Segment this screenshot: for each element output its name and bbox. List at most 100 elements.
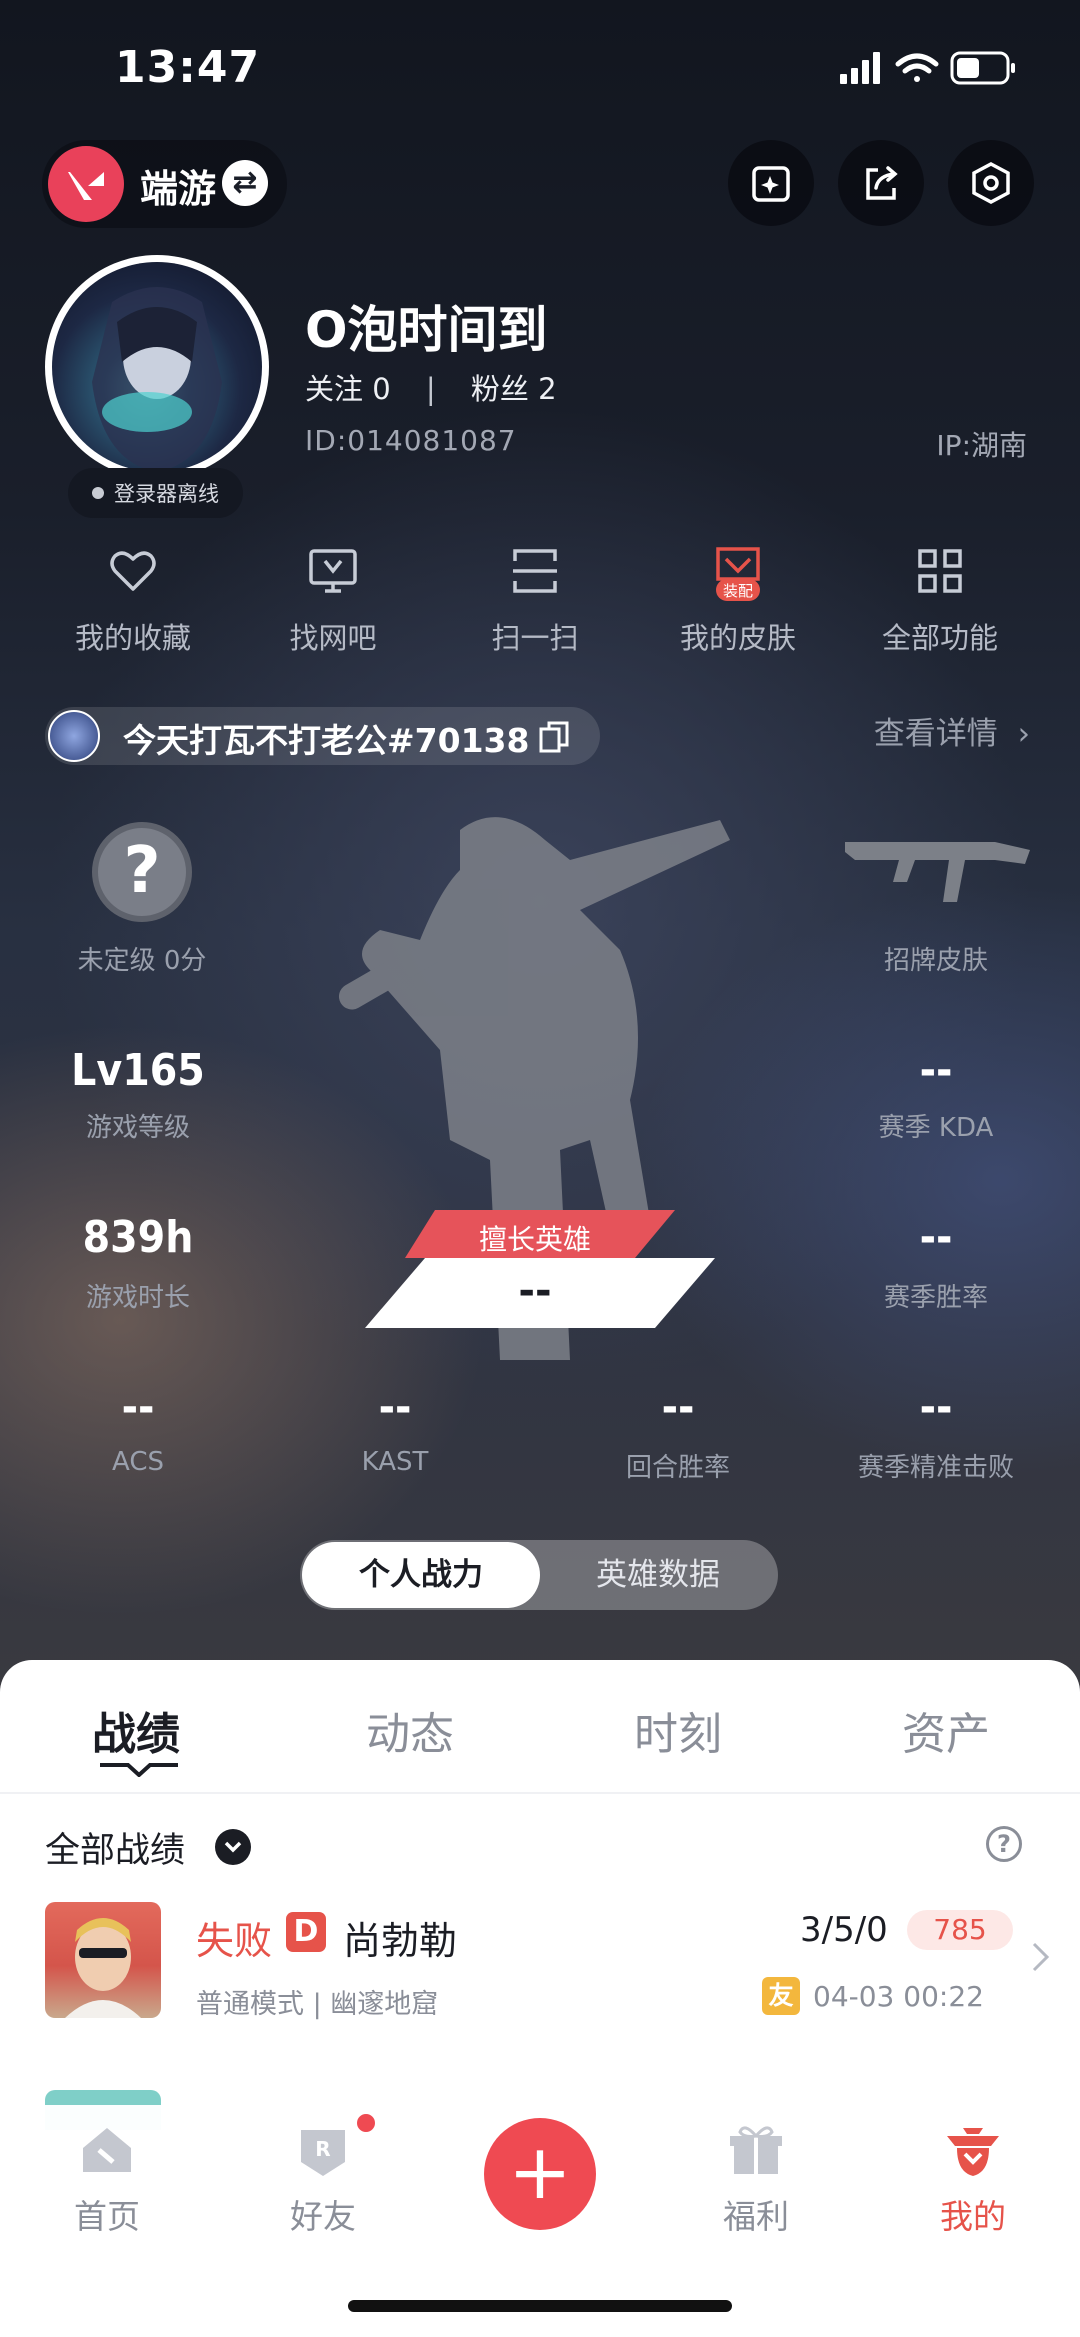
follow-stats: 关注 0 | 粉丝 2 [305,366,557,408]
tab-assets[interactable]: 资产 [902,1698,990,1762]
tab-hero-data[interactable]: 英雄数据 [540,1542,776,1608]
grid-icon [918,549,962,593]
nav-mine[interactable]: 我的 [903,2122,1043,2238]
game-name: 端游 [140,167,217,211]
valorant-logo-icon [48,146,124,222]
match-mode: 普通模式 | 幽邃地窟 [196,1989,439,2020]
home-indicator[interactable] [348,2300,732,2312]
acs-value: -- [121,1382,155,1433]
swap-icon[interactable]: ⇄ [222,160,268,206]
hours-label: 游戏时长 [85,1283,190,1313]
card-edit-button[interactable] [728,140,814,226]
func-favorites[interactable]: 我的收藏 [43,545,223,657]
kda-label: 赛季 KDA [878,1113,994,1143]
wifi-icon [895,53,939,82]
func-find-netcafe[interactable]: 找网吧 [243,545,423,657]
precise-kill-label: 赛季精准击败 [857,1453,1014,1483]
svg-text:R: R [315,2137,330,2161]
mine-icon [947,2128,999,2176]
nav-welfare[interactable]: 福利 [686,2122,826,2238]
share-icon [866,166,898,200]
func-label: 全部功能 [881,621,998,655]
nav-label: 福利 [723,2197,789,2236]
tab-moments[interactable]: 时刻 [634,1698,722,1762]
func-my-skins[interactable]: 装配 我的皮肤 [648,545,828,657]
func-label: 扫一扫 [491,621,579,655]
acs-label: ACS [112,1447,164,1477]
func-all[interactable]: 全部功能 [850,545,1030,657]
signal-icon [840,52,880,84]
rank-avatar [48,710,100,762]
winrate-label: 赛季胜率 [883,1283,988,1313]
sheet-divider [0,1792,1080,1794]
level-value: Lv165 [71,1045,205,1096]
fans-label[interactable]: 粉丝 [471,372,529,406]
fans-count[interactable]: 2 [538,372,556,406]
notification-dot [355,2112,377,2134]
avatar[interactable] [52,262,262,472]
username: O泡时间到 [305,301,548,359]
active-tab-indicator [98,1757,180,1778]
gift-icon [730,2126,782,2174]
hours-value: 839h [82,1212,194,1263]
kda-value: -- [919,1045,953,1096]
home-icon [83,2128,131,2172]
match-time: 04-03 00:22 [813,1980,984,2013]
copy-icon[interactable] [537,719,573,759]
share-button[interactable] [838,140,924,226]
smg-icon [845,832,1035,916]
rank-label: 未定级 0分 [77,946,207,976]
match-grade: D [286,1912,326,1952]
status-icons [840,48,1040,88]
view-details-label: 查看详情 [873,716,998,752]
records-filter-label[interactable]: 全部战绩 [45,1822,185,1873]
settings-button[interactable] [948,140,1034,226]
follow-divider: | [425,372,436,406]
tab-feed[interactable]: 动态 [366,1698,454,1762]
round-winrate-value: -- [661,1382,695,1433]
sparkle-card-icon [752,166,790,202]
func-label: 我的收藏 [74,621,191,655]
launcher-status-text: 登录器离线 [114,482,219,506]
nav-home[interactable]: 首页 [37,2122,177,2238]
kast-value: -- [378,1382,412,1433]
main-hero-banner[interactable]: 擅长英雄 -- [355,1210,715,1330]
match-kda: 3/5/0 [800,1910,888,1950]
func-scan[interactable]: 扫一扫 [445,545,625,657]
scan-icon [513,549,557,593]
follow-count[interactable]: 0 [372,372,390,406]
nav-label: 好友 [290,2197,356,2236]
chevron-down-icon[interactable] [215,1829,251,1865]
heart-icon [110,551,156,591]
create-post-button[interactable]: + [484,2118,596,2230]
level-label: 游戏等级 [85,1113,190,1143]
view-details-link[interactable]: 查看详情 › [874,708,1030,753]
status-time: 13:47 [115,42,261,93]
battery-icon [950,51,1015,85]
match-score: 785 [907,1910,1013,1950]
help-icon[interactable]: ? [986,1826,1022,1862]
chevron-right-icon: › [1017,716,1030,752]
nav-friends[interactable]: R 好友 [253,2122,393,2238]
monitor-icon [309,549,357,593]
ip-location: IP:湖南 [936,429,1027,462]
follow-label[interactable]: 关注 [305,372,363,406]
launcher-status: 登录器离线 [68,468,243,518]
tab-records[interactable]: 战绩 [92,1698,180,1762]
status-dot-icon [92,487,104,499]
match-result: 失败 [196,1919,273,1963]
chevron-right-icon[interactable] [1030,1940,1052,1978]
friend-badge: 友 [762,1977,800,2015]
unranked-icon: ? [92,822,192,922]
user-id: ID:014081087 [305,424,517,457]
riot-id: 今天打瓦不打老公#70138 [123,721,530,760]
tab-personal-power[interactable]: 个人战力 [302,1542,540,1608]
hero-banner-label: 擅长英雄 [478,1223,591,1256]
skin-icon: 装配 [716,547,760,601]
precise-kill-value: -- [919,1382,953,1433]
skin-badge: 装配 [723,582,753,600]
kast-label: KAST [361,1447,429,1477]
agent-thumbnail [45,1902,161,2018]
round-winrate-label: 回合胜率 [625,1453,730,1483]
func-label: 我的皮肤 [679,621,796,655]
